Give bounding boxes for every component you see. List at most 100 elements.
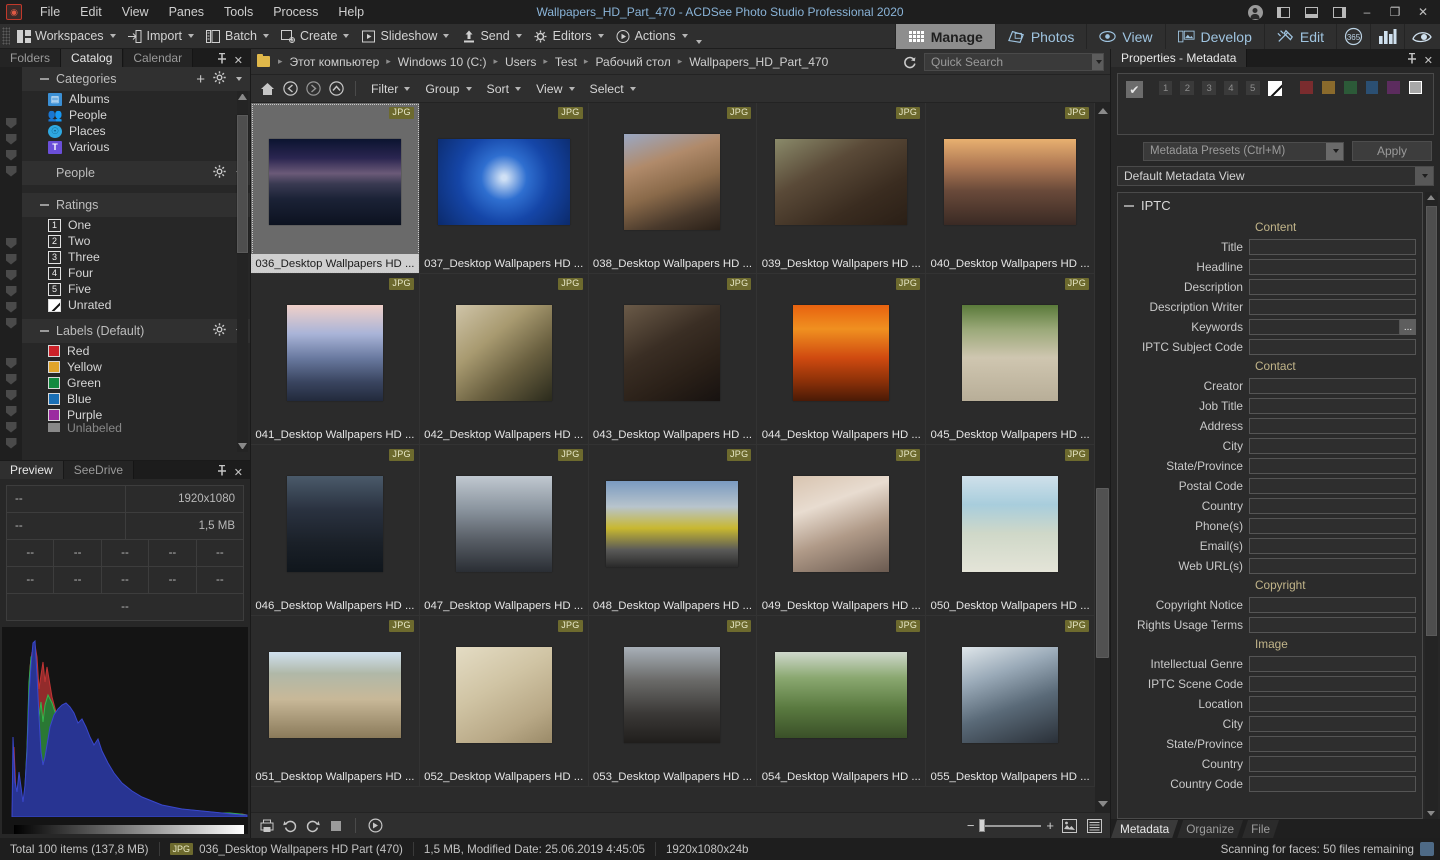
ribbon-overflow-icon[interactable]: [695, 40, 702, 44]
thumbnail-image[interactable]: [624, 133, 721, 230]
metadata-field-input[interactable]: [1249, 538, 1416, 554]
rotate-right-icon[interactable]: [303, 816, 323, 836]
thumbnail-cell[interactable]: JPG 041_Desktop Wallpapers HD ...: [251, 274, 420, 445]
tab-organize[interactable]: Organize: [1177, 820, 1243, 838]
thumbnail-image[interactable]: [793, 304, 890, 401]
metadata-field-input[interactable]: [1249, 418, 1416, 434]
thumbnail-image[interactable]: [775, 138, 908, 225]
pin-icon[interactable]: [217, 52, 227, 67]
thumbnail-image[interactable]: [793, 475, 890, 572]
metadata-field-input[interactable]: [1249, 438, 1416, 454]
slideshow-button[interactable]: Slideshow: [355, 26, 455, 47]
thumbnail-cell[interactable]: JPG 040_Desktop Wallpapers HD ...: [926, 103, 1095, 274]
chevron-down-icon[interactable]: [262, 34, 269, 38]
rating-item-five[interactable]: 5 Five: [22, 281, 250, 297]
drop-target[interactable]: [0, 131, 22, 147]
chevron-down-icon[interactable]: [187, 34, 194, 38]
group-header-categories[interactable]: Categories +: [22, 67, 250, 91]
print-icon[interactable]: [257, 816, 277, 836]
label-item-unlabeled[interactable]: Unlabeled: [22, 423, 250, 432]
thumbnail-image[interactable]: [962, 475, 1059, 572]
scrollbar-thumb[interactable]: [1096, 488, 1109, 658]
chevron-down-icon[interactable]: [109, 34, 116, 38]
group-header-ratings[interactable]: Ratings: [22, 193, 250, 217]
unrated-icon[interactable]: [1267, 81, 1283, 96]
drop-target[interactable]: [0, 387, 22, 403]
play-icon[interactable]: [365, 816, 385, 836]
ribbon-grip[interactable]: [2, 27, 10, 45]
editors-button[interactable]: Editors: [528, 26, 610, 47]
drop-target[interactable]: [0, 235, 22, 251]
breadcrumb-item-2[interactable]: Users: [502, 53, 539, 71]
metadata-field-input[interactable]: [1249, 319, 1400, 335]
metadata-field-input[interactable]: [1249, 458, 1416, 474]
rating-item-unrated[interactable]: Unrated: [22, 297, 250, 313]
metadata-field-input[interactable]: [1249, 656, 1416, 672]
metadata-field-input[interactable]: [1249, 339, 1416, 355]
drop-target[interactable]: [0, 371, 22, 387]
chevron-down-icon[interactable]: [515, 86, 522, 91]
iptc-header[interactable]: IPTC: [1118, 197, 1422, 218]
tab-file[interactable]: File: [1242, 820, 1279, 838]
collapse-icon[interactable]: [40, 204, 49, 206]
panel-tab-properties-metadata[interactable]: Properties - Metadata: [1111, 49, 1248, 67]
drop-target[interactable]: [0, 419, 22, 435]
scroll-down-icon[interactable]: [238, 443, 247, 452]
tab-edit[interactable]: Edit: [1263, 24, 1336, 49]
tab-metadata[interactable]: Metadata: [1111, 820, 1178, 838]
label-purple-button[interactable]: [1387, 81, 1401, 94]
metadata-field-input[interactable]: [1249, 776, 1416, 792]
thumbnail-cell[interactable]: JPG 048_Desktop Wallpapers HD ...: [588, 445, 758, 616]
zoom-in-button[interactable]: +: [1046, 818, 1054, 833]
thumbnail-cell[interactable]: JPG 039_Desktop Wallpapers HD ...: [757, 103, 927, 274]
right-pane-toggle-icon[interactable]: [1326, 1, 1352, 23]
close-icon[interactable]: ✕: [1424, 54, 1433, 67]
metadata-field-input[interactable]: [1249, 239, 1416, 255]
panel-tab-folders[interactable]: Folders: [0, 49, 62, 67]
search-input[interactable]: [924, 52, 1104, 71]
drop-target[interactable]: [0, 299, 22, 315]
close-icon[interactable]: ✕: [234, 466, 243, 479]
thumbnail-cell[interactable]: JPG 049_Desktop Wallpapers HD ...: [757, 445, 927, 616]
thumbnail-cell[interactable]: JPG 053_Desktop Wallpapers HD ...: [588, 616, 758, 787]
metadata-field-input[interactable]: [1249, 498, 1416, 514]
keywords-browse-button[interactable]: ...: [1400, 319, 1416, 335]
drop-target[interactable]: [0, 251, 22, 267]
refresh-icon[interactable]: [901, 53, 918, 70]
create-button[interactable]: Create: [275, 26, 356, 47]
zoom-out-button[interactable]: −: [967, 818, 975, 833]
thumbnail-image[interactable]: [944, 138, 1077, 225]
thumbnail-image[interactable]: [455, 646, 552, 743]
thumbnail-image[interactable]: [268, 651, 401, 738]
home-icon[interactable]: [257, 79, 277, 99]
grid-scrollbar[interactable]: [1095, 103, 1110, 812]
catalog-item-places[interactable]: ☉ Places: [22, 123, 250, 139]
panel-tab-seedrive[interactable]: SeeDrive: [63, 461, 135, 479]
metadata-field-input[interactable]: [1249, 378, 1416, 394]
thumbnail-image[interactable]: [437, 138, 570, 225]
menu-panes[interactable]: Panes: [159, 2, 214, 22]
thumbnail-image[interactable]: [286, 304, 383, 401]
label-green-button[interactable]: [1343, 81, 1357, 94]
thumbnail-image[interactable]: [624, 304, 721, 401]
breadcrumb-item-3[interactable]: Test: [552, 53, 580, 71]
thumbnail-image[interactable]: [775, 651, 908, 738]
breadcrumb-item-5[interactable]: Wallpapers_HD_Part_470: [686, 53, 831, 71]
scroll-down-icon[interactable]: [1098, 801, 1108, 807]
thumbnail-image[interactable]: [268, 138, 401, 225]
rating-item-two[interactable]: 2 Two: [22, 233, 250, 249]
thumbnail-image[interactable]: [606, 480, 739, 567]
panel-tab-preview[interactable]: Preview: [0, 461, 64, 479]
scroll-down-icon[interactable]: [1426, 811, 1435, 816]
thumbnail-cell[interactable]: JPG 044_Desktop Wallpapers HD ...: [757, 274, 927, 445]
scroll-up-icon[interactable]: [1426, 195, 1435, 200]
tab-develop[interactable]: Develop: [1164, 24, 1264, 49]
rating-3-button[interactable]: 3: [1202, 81, 1217, 95]
catalog-item-people[interactable]: 👥 People: [22, 107, 250, 123]
thumbnail-view-icon[interactable]: [1059, 816, 1079, 836]
chevron-down-icon[interactable]: [629, 86, 636, 91]
thumbnail-image[interactable]: [455, 304, 552, 401]
rating-5-button[interactable]: 5: [1245, 81, 1260, 95]
gear-icon[interactable]: [213, 71, 226, 87]
thumbnail-cell[interactable]: JPG 052_Desktop Wallpapers HD ...: [419, 616, 589, 787]
